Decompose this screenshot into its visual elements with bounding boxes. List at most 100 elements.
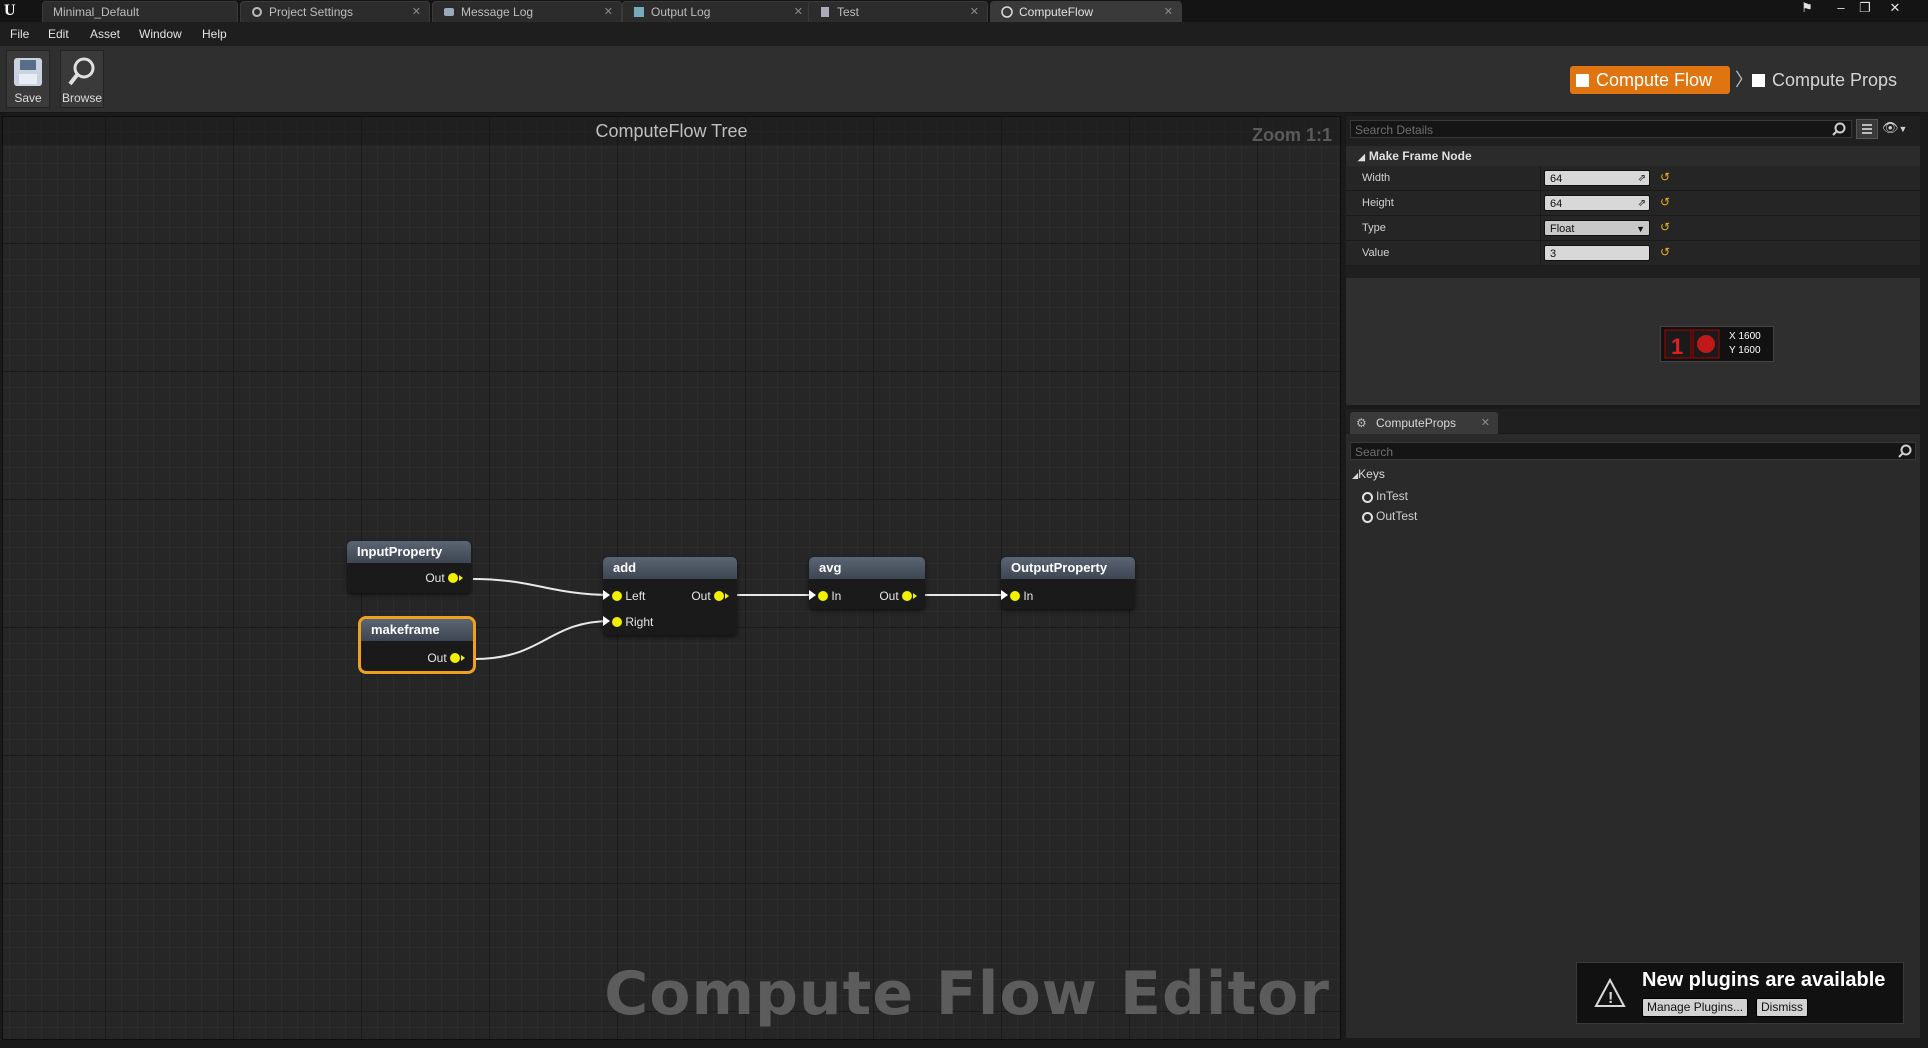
tab-label: Project Settings xyxy=(269,5,354,19)
tab-computeflow[interactable]: ComputeFlow ✕ xyxy=(990,1,1182,22)
menu-bar xyxy=(0,22,1928,46)
reset-arrow-icon[interactable]: ↺ xyxy=(1660,245,1670,259)
minimize-icon[interactable]: – xyxy=(1830,0,1852,18)
details-search-input[interactable]: Search Details xyxy=(1350,120,1852,138)
graph-canvas[interactable]: ComputeFlow Tree Zoom 1:1 Compute Flow E… xyxy=(2,116,1341,1040)
node-outputproperty[interactable]: OutputProperty In xyxy=(1001,557,1135,609)
input-pin-in[interactable]: In xyxy=(1001,589,1033,603)
computeflow-icon xyxy=(1001,4,1013,18)
close-icon[interactable]: ✕ xyxy=(1164,2,1173,23)
input-pin-right[interactable]: Right xyxy=(603,615,653,629)
tab-project-settings[interactable]: Project Settings ✕ xyxy=(240,1,430,22)
spin-icon: ⇗ xyxy=(1637,173,1646,184)
exec-arrow-icon xyxy=(603,616,610,626)
pin-dot-icon xyxy=(448,573,458,583)
value-input[interactable]: 3 xyxy=(1544,245,1650,261)
pin-dot-icon xyxy=(450,653,460,663)
feedback-icon[interactable]: ⚑ xyxy=(1796,0,1818,18)
log-icon xyxy=(633,4,645,17)
menu-edit[interactable]: Edit xyxy=(48,27,69,41)
pin-arrow-icon xyxy=(461,655,465,661)
pin-label: In xyxy=(1023,589,1034,603)
node-title: OutputProperty xyxy=(1001,557,1135,579)
settings-icon xyxy=(251,4,263,17)
menu-window[interactable]: Window xyxy=(139,27,182,41)
tab-output-log[interactable]: Output Log ✕ xyxy=(622,1,812,22)
field-value: 64 xyxy=(1550,198,1563,210)
browse-button[interactable]: Browse xyxy=(60,50,104,108)
breadcrumb-props-label: Compute Props xyxy=(1772,70,1898,90)
pin-label: Out xyxy=(879,589,899,603)
node-add[interactable]: add Left Right Out xyxy=(603,557,737,635)
save-label: Save xyxy=(14,91,42,105)
tab-label: ComputeProps xyxy=(1376,416,1457,430)
output-pin[interactable]: Out xyxy=(425,571,463,585)
blueprint-icon xyxy=(819,4,831,17)
message-icon xyxy=(443,4,455,16)
close-icon[interactable]: ✕ xyxy=(412,2,421,23)
collapse-arrow-icon: ◢ xyxy=(1358,152,1365,162)
menu-file[interactable]: File xyxy=(10,27,29,41)
column-splitter[interactable] xyxy=(1540,216,1541,240)
reset-arrow-icon[interactable]: ↺ xyxy=(1660,170,1670,184)
keys-category[interactable]: ◢Keys xyxy=(1352,467,1385,481)
svg-text:1: 1 xyxy=(1671,334,1683,359)
pin-label: Out xyxy=(425,571,445,585)
tab-test[interactable]: Test ✕ xyxy=(808,1,988,22)
props-search-input[interactable]: Search xyxy=(1350,442,1916,460)
reset-arrow-icon[interactable]: ↺ xyxy=(1660,195,1670,209)
search-icon xyxy=(1898,444,1912,458)
tab-computeprops[interactable]: ⚙ ComputeProps ✕ xyxy=(1350,412,1498,434)
view-options-button[interactable]: 👁▼ xyxy=(1882,120,1914,138)
key-item-outtest[interactable]: OutTest xyxy=(1362,509,1417,523)
node-makeframe[interactable]: makeframe Out xyxy=(358,616,476,674)
save-button[interactable]: Save xyxy=(6,50,50,108)
type-dropdown[interactable]: Float ▼ xyxy=(1544,220,1650,236)
magnifier-icon xyxy=(68,57,95,86)
property-row-value: Value 3 ↺ xyxy=(1346,241,1920,266)
field-value: 64 xyxy=(1550,173,1563,185)
close-icon[interactable]: ✕ xyxy=(970,2,979,23)
pin-label: Out xyxy=(691,589,711,603)
breadcrumb-compute-props[interactable]: Compute Props xyxy=(1750,66,1897,94)
breadcrumb-compute-flow[interactable]: Compute Flow xyxy=(1570,66,1730,94)
svg-text:!: ! xyxy=(1608,990,1613,1007)
restore-icon[interactable]: ❐ xyxy=(1854,0,1876,18)
node-avg[interactable]: avg In Out xyxy=(809,557,925,609)
close-icon[interactable]: ✕ xyxy=(604,2,613,23)
dismiss-button[interactable]: Dismiss xyxy=(1756,998,1808,1017)
output-pin[interactable]: Out xyxy=(691,589,729,603)
column-splitter[interactable] xyxy=(1540,191,1541,215)
pin-arrow-icon xyxy=(459,575,463,581)
mode-icon xyxy=(1752,74,1765,87)
tab-message-log[interactable]: Message Log ✕ xyxy=(432,1,622,22)
menu-help[interactable]: Help xyxy=(202,27,227,41)
input-pin-in[interactable]: In xyxy=(809,589,841,603)
search-icon xyxy=(1832,122,1846,136)
close-icon[interactable]: ✕ xyxy=(1481,412,1490,434)
column-splitter[interactable] xyxy=(1540,241,1541,265)
category-title: Make Frame Node xyxy=(1368,149,1472,163)
key-item-intest[interactable]: InTest xyxy=(1362,489,1408,503)
tab-minimal-default[interactable]: Minimal_Default xyxy=(42,1,238,22)
pin-label: In xyxy=(831,589,842,603)
height-input[interactable]: 64 ⇗ xyxy=(1544,195,1650,211)
width-input[interactable]: 64 ⇗ xyxy=(1544,170,1650,186)
node-inputproperty[interactable]: InputProperty Out xyxy=(347,541,471,593)
close-icon[interactable]: ✕ xyxy=(794,2,803,23)
menu-asset[interactable]: Asset xyxy=(90,27,120,41)
property-row-type: Type Float ▼ ↺ xyxy=(1346,216,1920,241)
keys-title: Keys xyxy=(1358,467,1385,481)
output-pin[interactable]: Out xyxy=(427,651,465,665)
reset-arrow-icon[interactable]: ↺ xyxy=(1660,220,1670,234)
output-pin[interactable]: Out xyxy=(879,589,917,603)
input-pin-left[interactable]: Left xyxy=(603,589,645,603)
column-splitter[interactable] xyxy=(1540,166,1541,190)
close-window-icon[interactable]: ✕ xyxy=(1884,0,1906,18)
key-label: InTest xyxy=(1376,489,1409,503)
manage-plugins-button[interactable]: Manage Plugins... xyxy=(1642,998,1749,1017)
props-panel xyxy=(1346,434,1920,1038)
category-header[interactable]: ◢ Make Frame Node xyxy=(1346,146,1920,166)
pin-dot-icon xyxy=(612,591,622,601)
property-matrix-button[interactable] xyxy=(1856,119,1878,139)
